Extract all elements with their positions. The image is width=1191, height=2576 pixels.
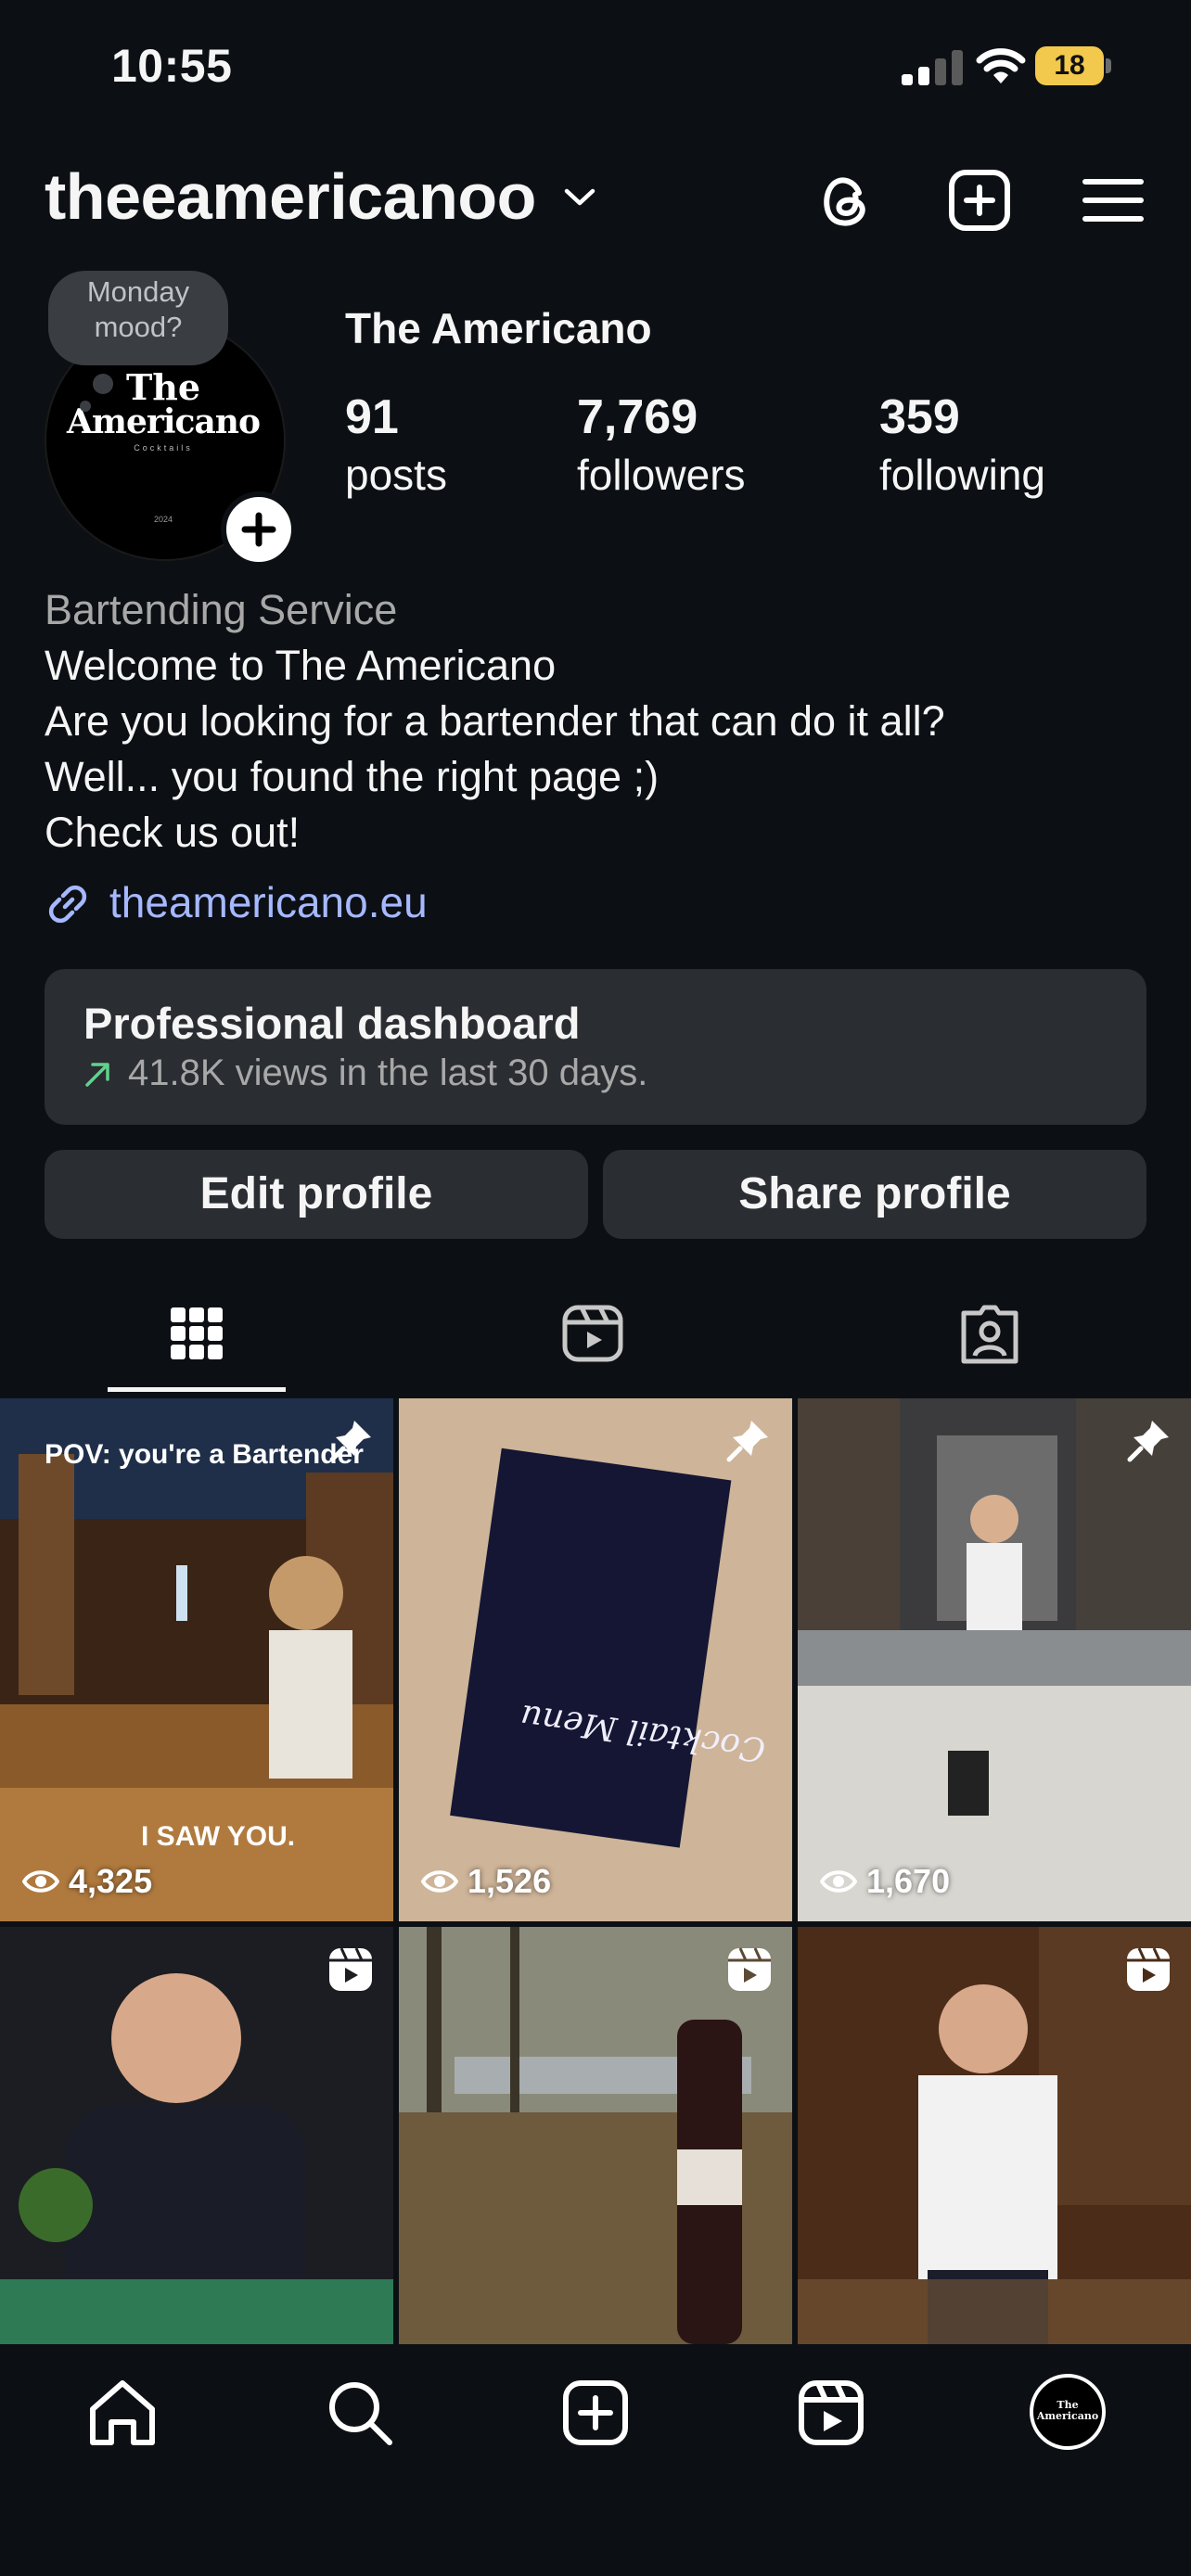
reel-badge-icon — [329, 1947, 372, 1991]
post-overlay-text: I SAW YOU. — [141, 1821, 296, 1852]
post-thumbnail — [399, 1398, 792, 1921]
trending-up-arrow-icon — [85, 1063, 109, 1087]
view-count: 1,526 — [421, 1862, 551, 1901]
reel-badge-icon — [728, 1947, 771, 1991]
post-thumbnail — [798, 1398, 1191, 1921]
eye-icon — [820, 1870, 857, 1893]
cellular-signal-icon — [902, 50, 963, 85]
home-icon[interactable] — [85, 2376, 160, 2450]
create-icon[interactable] — [946, 167, 1013, 234]
bio-line: Are you looking for a bartender that can… — [45, 697, 945, 745]
post-tile[interactable]: 1,670 — [798, 1398, 1191, 1921]
account-username[interactable]: theeamericanoo — [45, 159, 536, 234]
dashboard-subtitle: 41.8K views in the last 30 days. — [128, 1052, 648, 1093]
pin-icon — [726, 1421, 768, 1462]
following-count[interactable]: 359 — [879, 389, 960, 445]
followers-label[interactable]: followers — [577, 450, 746, 500]
chevron-down-icon[interactable] — [564, 187, 596, 208]
wifi-icon — [976, 48, 1026, 83]
tagged-tab-icon[interactable] — [956, 1300, 1023, 1367]
threads-icon[interactable] — [813, 167, 879, 234]
reel-badge-icon — [1127, 1947, 1170, 1991]
menu-icon[interactable] — [1080, 167, 1146, 234]
posts-count[interactable]: 91 — [345, 389, 399, 445]
reels-tab-icon[interactable] — [559, 1300, 626, 1367]
edit-profile-button[interactable]: Edit profile — [45, 1150, 588, 1239]
post-tile[interactable] — [399, 1927, 792, 2344]
following-label[interactable]: following — [879, 450, 1045, 500]
bio-line: Well... you found the right page ;) — [45, 753, 660, 800]
eye-icon — [421, 1870, 458, 1893]
status-time: 10:55 — [111, 40, 233, 92]
pin-icon — [329, 1421, 371, 1462]
link-icon — [48, 885, 87, 924]
view-count: 1,670 — [820, 1862, 950, 1901]
display-name: The Americano — [345, 304, 652, 352]
add-story-plus-icon[interactable] — [221, 491, 297, 567]
profile-category: Bartending Service — [45, 586, 398, 633]
grid-tab-icon[interactable] — [163, 1300, 230, 1367]
bio-line: Check us out! — [45, 809, 301, 856]
post-caption: POV: you're a Bartender — [45, 1439, 364, 1470]
posts-label[interactable]: posts — [345, 450, 447, 500]
post-tile[interactable]: POV: you're a Bartender I SAW YOU. 4,325 — [0, 1398, 393, 1921]
reels-icon[interactable] — [794, 2376, 868, 2450]
profile-note[interactable]: Monday mood? — [48, 271, 228, 365]
battery-level: 18 — [1035, 46, 1104, 85]
pin-icon — [1127, 1421, 1169, 1462]
profile-avatar[interactable]: The Americano — [1030, 2374, 1106, 2450]
profile-note-text: Monday mood? — [86, 275, 190, 343]
post-tile[interactable] — [798, 1927, 1191, 2344]
share-profile-button[interactable]: Share profile — [603, 1150, 1146, 1239]
view-count: 4,325 — [22, 1862, 152, 1901]
create-icon[interactable] — [558, 2376, 633, 2450]
note-bubble-tail — [93, 374, 113, 394]
battery-icon: 18 — [1035, 46, 1111, 85]
post-tile[interactable]: Cocktail Menu 1,526 — [399, 1398, 792, 1921]
eye-icon — [22, 1870, 59, 1893]
note-bubble-tail-small — [80, 401, 91, 412]
bio-line: Welcome to The Americano — [45, 642, 557, 689]
followers-count[interactable]: 7,769 — [577, 389, 698, 445]
profile-link[interactable]: theamericano.eu — [109, 877, 428, 927]
search-icon[interactable] — [323, 2376, 397, 2450]
dashboard-title: Professional dashboard — [83, 999, 581, 1048]
post-tile[interactable] — [0, 1927, 393, 2344]
active-tab-indicator — [108, 1387, 286, 1392]
